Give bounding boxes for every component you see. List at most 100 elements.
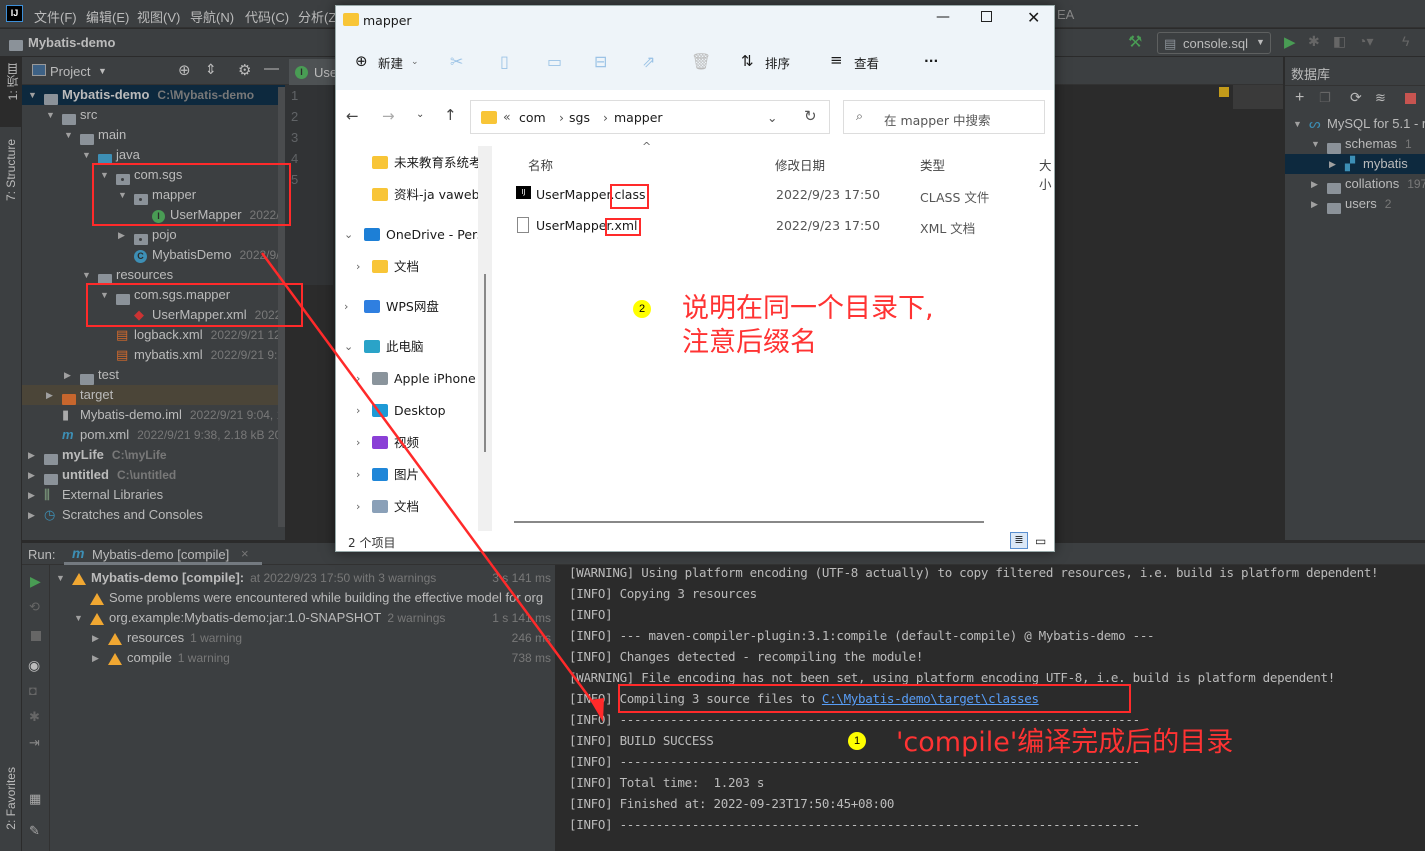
nav-item[interactable]: › 文档 — [336, 257, 486, 277]
menu-view[interactable]: 视图(V) — [137, 7, 180, 26]
properties-icon[interactable]: ≋ — [1375, 90, 1386, 106]
close-button[interactable]: ✕ — [1027, 8, 1040, 27]
pin-icon[interactable]: ✎ — [29, 823, 40, 839]
tree-item[interactable]: ▶ pojo — [22, 225, 285, 245]
refresh-icon[interactable]: ⟳ — [1350, 89, 1362, 106]
nav-item[interactable]: › Desktop — [336, 401, 486, 421]
breadcrumb-sgs[interactable]: sgs — [569, 110, 590, 125]
recent-locations-icon[interactable]: ⌄ — [416, 109, 424, 120]
collapse-arrow-icon[interactable]: ▶ — [1329, 154, 1336, 174]
minimize-button[interactable]: — — [936, 9, 950, 25]
tree-item[interactable]: ▼ resources — [22, 265, 285, 285]
exit-icon[interactable]: ⇥ — [29, 735, 40, 751]
tree-item[interactable]: ▼ Mybatis-demo C:\Mybatis-demo — [22, 85, 285, 105]
maximize-button[interactable] — [981, 11, 992, 22]
collapse-arrow-icon[interactable]: ▶ — [28, 445, 35, 465]
duplicate-icon[interactable]: ❐ — [1319, 90, 1331, 106]
build-hammer-icon[interactable]: ⚒ — [1128, 32, 1142, 52]
new-icon[interactable]: ⊕ — [355, 52, 368, 70]
menu-code[interactable]: 代码(C) — [245, 7, 289, 26]
nav-item[interactable]: › 视频 — [336, 433, 486, 453]
rename-icon[interactable]: ⊟ — [594, 52, 607, 71]
column-name[interactable]: 名称 — [528, 155, 553, 174]
inspection-warning-icon[interactable] — [1219, 87, 1229, 97]
coverage-icon[interactable]: ◧ — [1333, 33, 1346, 50]
structure-tool-tab[interactable]: 7: Structure — [4, 139, 18, 201]
tree-item[interactable]: ▼ main — [22, 125, 285, 145]
expand-arrow-icon[interactable]: ▼ — [28, 85, 37, 105]
tree-item[interactable]: ▶ myLife C:\myLife — [22, 445, 285, 465]
build-tree-item[interactable]: ▶ resources 1 warning 246 ms — [50, 628, 555, 648]
collapse-all-icon[interactable]: ⇕ — [205, 61, 217, 78]
nav-item[interactable]: › 文档 — [336, 497, 486, 517]
chevron-down-icon[interactable]: ⌄ — [344, 337, 353, 357]
collapse-arrow-icon[interactable]: ▶ — [92, 648, 99, 668]
file-row[interactable]: UserMapper.xml 2022/9/23 17:50 XML 文档 — [494, 210, 1054, 240]
expand-arrow-icon[interactable]: ▼ — [1293, 114, 1302, 134]
build-tree-item[interactable]: ▶ compile 1 warning 738 ms — [50, 648, 555, 668]
layout-icon[interactable]: ▦ — [29, 791, 41, 807]
collapse-arrow-icon[interactable]: ▶ — [46, 385, 53, 405]
tree-item[interactable]: ▼ ᔕ MySQL for 5.1 - r — [1285, 114, 1425, 134]
refresh-icon[interactable]: ↻ — [804, 107, 817, 125]
build-tree-item[interactable]: ▼ Mybatis-demo [compile]: at 2022/9/23 17:… — [50, 568, 555, 588]
chevron-down-icon[interactable]: ⌄ — [767, 110, 777, 125]
breadcrumb-mapper[interactable]: mapper — [614, 110, 663, 125]
expand-arrow-icon[interactable]: ▼ — [82, 145, 91, 165]
profile-icon[interactable]: ◔▾ — [1358, 33, 1373, 50]
project-tool-tab[interactable]: 1: 项目 — [4, 63, 21, 100]
collapse-arrow-icon[interactable]: ▶ — [118, 225, 125, 245]
large-icons-view-button[interactable]: ▭ — [1035, 534, 1046, 548]
tree-item[interactable]: ▮ Mybatis-demo.iml 2022/9/21 9:04, 1.7 — [22, 405, 285, 425]
nav-item[interactable]: 未来教育系统考 — [336, 153, 486, 173]
breadcrumb-com[interactable]: com — [519, 110, 546, 125]
collapse-arrow-icon[interactable]: ▶ — [64, 365, 71, 385]
tree-item[interactable]: ▶ untitled C:\untitled — [22, 465, 285, 485]
stop-icon[interactable] — [31, 631, 41, 641]
tree-item[interactable]: ▼ java — [22, 145, 285, 165]
expand-arrow-icon[interactable]: ▼ — [56, 568, 65, 588]
collapse-arrow-icon[interactable]: ▶ — [28, 465, 35, 485]
search-input[interactable]: 在 mapper 中搜索 — [884, 110, 990, 129]
close-icon[interactable]: × — [241, 546, 249, 561]
view-button[interactable]: 查看 — [854, 53, 879, 72]
back-icon[interactable]: ← — [346, 107, 359, 125]
nav-item[interactable]: › Apple iPhone — [336, 369, 486, 389]
menu-edit[interactable]: 编辑(E) — [86, 7, 129, 26]
menu-file[interactable]: 文件(F) — [34, 7, 77, 26]
expand-arrow-icon[interactable]: ▼ — [82, 265, 91, 285]
menu-navigate[interactable]: 导航(N) — [190, 7, 234, 26]
nav-item[interactable]: › WPS网盘 — [336, 297, 486, 317]
tree-item[interactable]: ▶ users 2 — [1285, 194, 1425, 214]
chevron-right-icon[interactable]: › — [356, 257, 360, 277]
sort-button[interactable]: 排序 — [765, 53, 790, 72]
breadcrumb-project[interactable]: Mybatis-demo — [28, 35, 115, 50]
tree-item[interactable]: ▶ target — [22, 385, 285, 405]
column-type[interactable]: 类型 — [920, 155, 945, 174]
expand-arrow-icon[interactable]: ▼ — [74, 608, 83, 628]
forward-icon[interactable]: → — [382, 107, 395, 125]
tree-item[interactable]: m pom.xml 2022/9/21 9:38, 2.18 kB 2022/ — [22, 425, 285, 445]
tree-item[interactable]: ▶ test — [22, 365, 285, 385]
collapse-arrow-icon[interactable]: ▶ — [1311, 174, 1318, 194]
build-tree-item[interactable]: ▼ org.example:Mybatis-demo:jar:1.0-SNAPSH… — [50, 608, 555, 628]
build-tree-item[interactable]: Some problems were encountered while bui… — [50, 588, 555, 608]
nav-item[interactable]: ⌄ OneDrive - Pers — [336, 225, 486, 245]
expand-arrow-icon[interactable]: ▼ — [1311, 134, 1320, 154]
delete-icon[interactable]: 🗑 — [691, 52, 711, 71]
tree-item[interactable]: ▶ ◷ Scratches and Consoles — [22, 505, 285, 525]
more-button[interactable]: ··· — [924, 53, 938, 68]
copy-icon[interactable]: ▯ — [500, 52, 509, 71]
nav-item[interactable]: 资料-ja vaweb/ — [336, 185, 486, 205]
address-bar[interactable]: « com › sgs › mapper ⌄ ↻ — [470, 100, 830, 134]
collapse-arrow-icon[interactable]: ▶ — [28, 485, 35, 505]
column-date[interactable]: 修改日期 — [775, 155, 825, 174]
tree-item[interactable]: ▶ ▞ mybatis — [1285, 154, 1425, 174]
chevron-right-icon[interactable]: › — [356, 369, 360, 389]
expand-arrow-icon[interactable]: ▼ — [46, 105, 55, 125]
horizontal-scrollbar[interactable] — [514, 521, 984, 523]
rerun-failed-icon[interactable]: ⟲ — [29, 599, 40, 615]
chevron-right-icon[interactable]: › — [356, 497, 360, 517]
favorites-tool-tab[interactable]: 2: Favorites — [4, 767, 18, 830]
lightning-icon[interactable]: ϟ — [1402, 33, 1409, 49]
